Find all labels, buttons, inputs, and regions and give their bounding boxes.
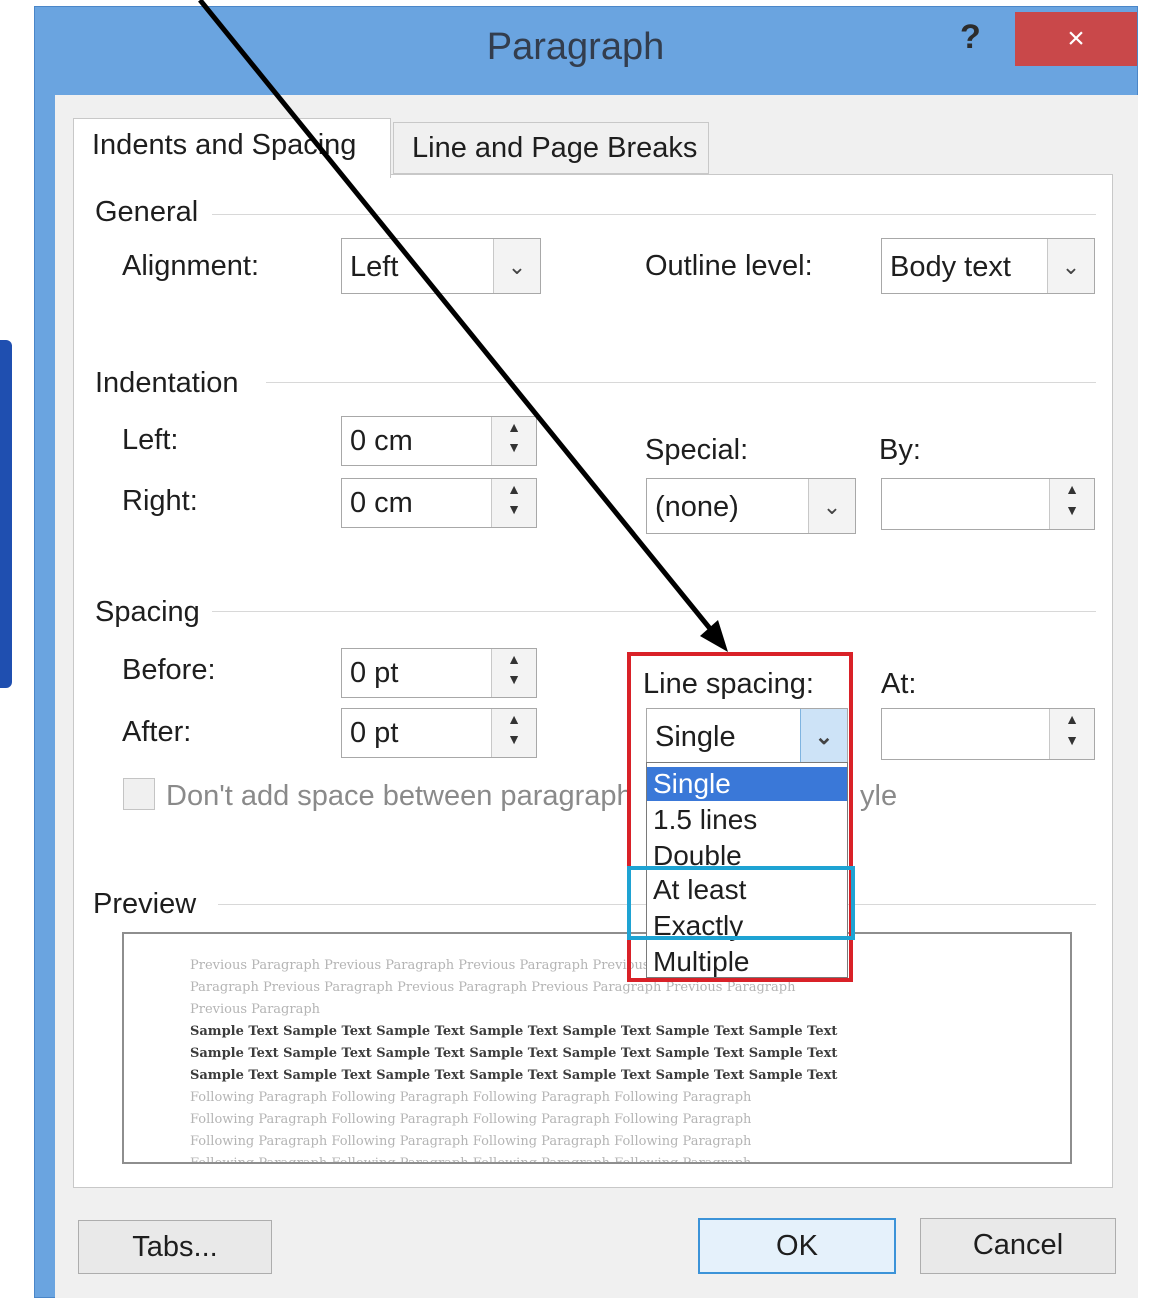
pointer-arrow-annotation [198,0,728,652]
arrow-line [198,0,718,638]
